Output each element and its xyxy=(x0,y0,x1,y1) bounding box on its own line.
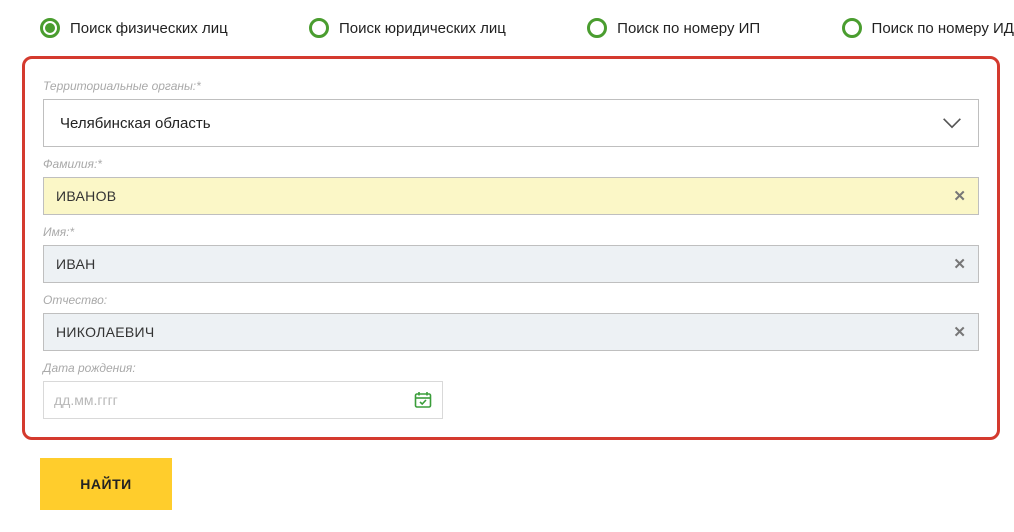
clear-icon[interactable]: ✕ xyxy=(953,323,966,341)
patronymic-value: НИКОЛАЕВИЧ xyxy=(56,324,155,340)
lastname-input[interactable]: ИВАНОВ ✕ xyxy=(43,177,979,215)
radio-icon xyxy=(587,18,607,38)
radio-icon xyxy=(309,18,329,38)
tab-label: Поиск юридических лиц xyxy=(339,20,506,37)
territory-value: Челябинская область xyxy=(60,115,211,132)
firstname-label: Имя:* xyxy=(43,225,979,239)
tab-id-number[interactable]: Поиск по номеру ИД xyxy=(842,18,1014,38)
lastname-value: ИВАНОВ xyxy=(56,188,116,204)
search-button[interactable]: НАЙТИ xyxy=(40,458,172,510)
tab-label: Поиск по номеру ИД xyxy=(872,20,1014,37)
radio-selected-icon xyxy=(40,18,60,38)
search-form-highlight: Территориальные органы:* Челябинская обл… xyxy=(22,56,1000,440)
tab-legal-entities[interactable]: Поиск юридических лиц xyxy=(309,18,506,38)
firstname-input[interactable]: ИВАН ✕ xyxy=(43,245,979,283)
tab-label: Поиск по номеру ИП xyxy=(617,20,760,37)
territory-select[interactable]: Челябинская область xyxy=(43,99,979,147)
birthdate-input[interactable]: дд.мм.гггг xyxy=(43,381,443,419)
lastname-label: Фамилия:* xyxy=(43,157,979,171)
radio-icon xyxy=(842,18,862,38)
calendar-icon[interactable] xyxy=(414,391,432,409)
tab-individuals[interactable]: Поиск физических лиц xyxy=(40,18,228,38)
patronymic-input[interactable]: НИКОЛАЕВИЧ ✕ xyxy=(43,313,979,351)
search-type-tabs: Поиск физических лиц Поиск юридических л… xyxy=(0,0,1014,56)
birthdate-placeholder: дд.мм.гггг xyxy=(54,392,118,408)
tab-ip-number[interactable]: Поиск по номеру ИП xyxy=(587,18,760,38)
firstname-value: ИВАН xyxy=(56,256,96,272)
clear-icon[interactable]: ✕ xyxy=(953,187,966,205)
chevron-down-icon xyxy=(942,117,962,129)
clear-icon[interactable]: ✕ xyxy=(953,255,966,273)
patronymic-label: Отчество: xyxy=(43,293,979,307)
birthdate-label: Дата рождения: xyxy=(43,361,979,375)
territory-label: Территориальные органы:* xyxy=(43,79,979,93)
tab-label: Поиск физических лиц xyxy=(70,20,228,37)
